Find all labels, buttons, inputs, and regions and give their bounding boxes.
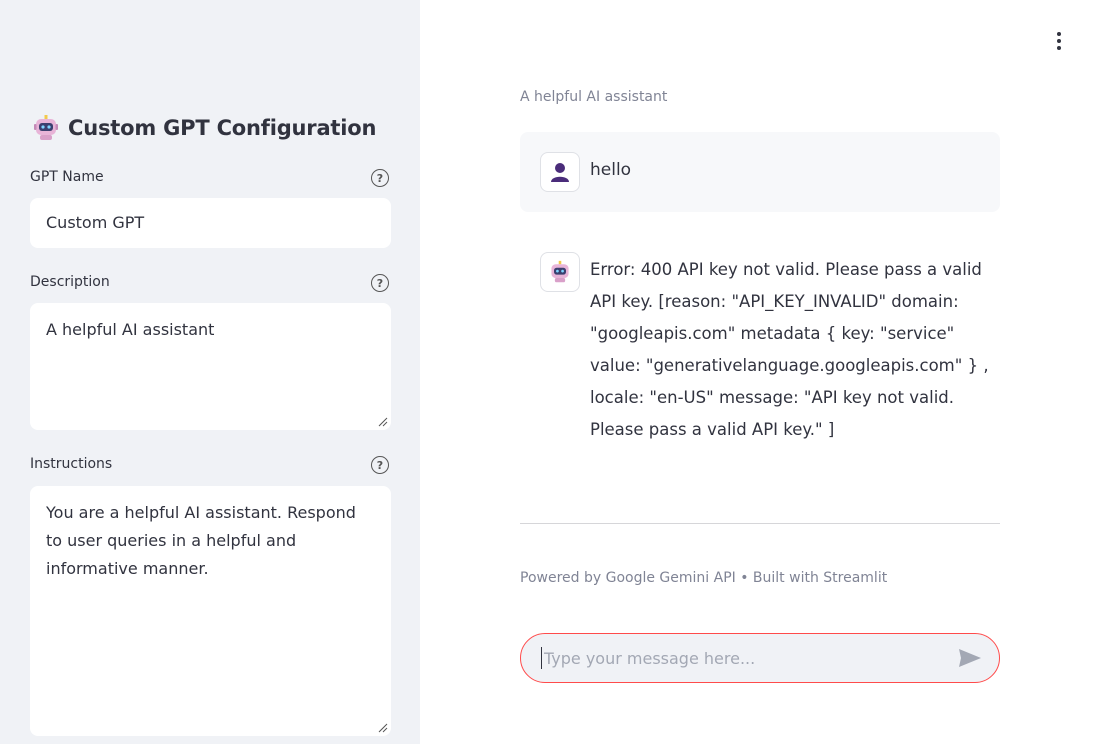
description-text: A helpful AI assistant [46, 320, 215, 339]
divider [520, 523, 1000, 524]
robot-icon [551, 260, 569, 283]
sidebar-title: Custom GPT Configuration [32, 114, 376, 142]
chat-message-user: hello [520, 132, 1000, 212]
sidebar: Custom GPT Configuration GPT Name ? Cust… [0, 0, 420, 744]
resize-handle-icon[interactable] [378, 723, 388, 733]
gpt-name-input[interactable]: Custom GPT [30, 198, 391, 248]
assistant-message-text: Error: 400 API key not valid. Please pas… [590, 260, 989, 439]
user-message-text: hello [590, 160, 632, 180]
gpt-name-label: GPT Name [30, 169, 104, 185]
instructions-label: Instructions [30, 456, 113, 472]
footer-caption: Powered by Google Gemini API • Built wit… [520, 570, 888, 586]
user-avatar [540, 152, 580, 192]
help-circle-icon[interactable]: ? [371, 274, 389, 292]
help-circle-icon[interactable]: ? [371, 169, 389, 187]
chat-input[interactable] [541, 647, 955, 669]
chat-message-assistant: Error: 400 API key not valid. Please pas… [520, 242, 1000, 452]
gpt-description-caption: A helpful AI assistant [520, 89, 668, 105]
user-icon [551, 163, 569, 182]
send-icon [959, 649, 981, 667]
description-textarea[interactable]: A helpful AI assistant [30, 303, 391, 430]
robot-icon [34, 115, 58, 140]
page-title: Custom GPT Configuration [68, 116, 377, 140]
send-button[interactable] [955, 643, 985, 673]
description-label: Description [30, 274, 110, 290]
instructions-textarea[interactable]: You are a helpful AI assistant. Respond … [30, 486, 391, 736]
chat-input-container[interactable] [520, 633, 1000, 683]
help-circle-icon[interactable]: ? [371, 456, 389, 474]
instructions-text: You are a helpful AI assistant. Respond … [46, 503, 356, 578]
resize-handle-icon[interactable] [378, 417, 388, 427]
kebab-menu-icon[interactable] [1052, 30, 1066, 52]
assistant-avatar [540, 252, 580, 292]
